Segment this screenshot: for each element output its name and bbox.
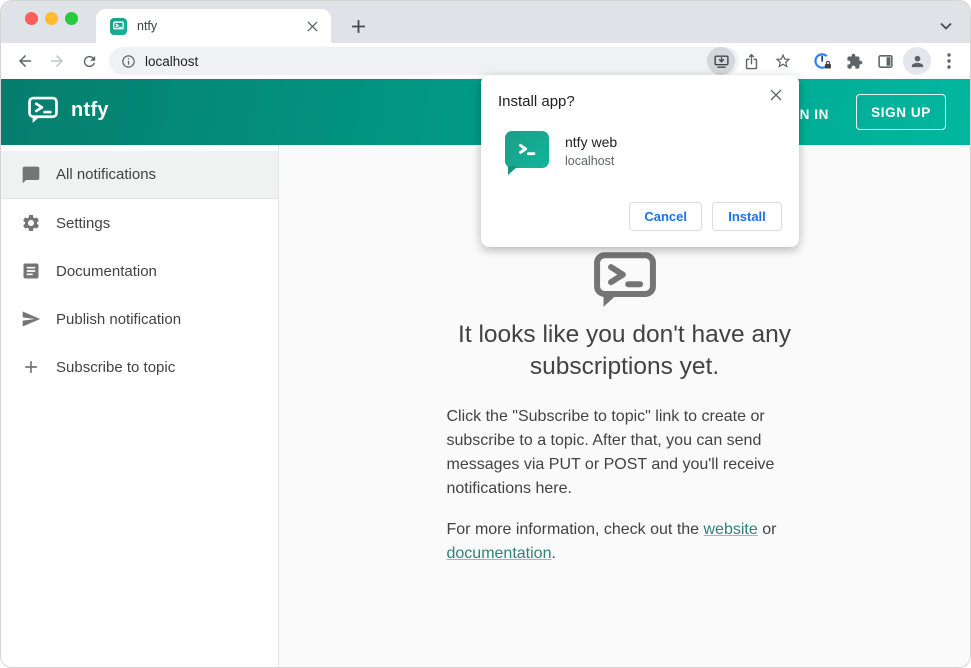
article-icon (21, 261, 41, 281)
send-icon (21, 309, 41, 329)
sidebar-item-label: Documentation (56, 262, 157, 280)
sidebar-item-label: All notifications (56, 166, 157, 183)
tab-title: ntfy (137, 19, 158, 33)
site-info-icon[interactable] (121, 54, 136, 69)
extensions-puzzle-icon[interactable] (840, 47, 868, 75)
plus-icon[interactable] (347, 15, 369, 37)
browser-tab[interactable]: ntfy (96, 9, 331, 43)
ntfy-app-icon (505, 131, 549, 175)
documentation-link[interactable]: documentation (447, 545, 552, 562)
onepassword-icon[interactable] (809, 47, 837, 75)
tab-strip: ntfy (1, 1, 970, 43)
profile-avatar[interactable] (903, 47, 931, 75)
url-bar[interactable]: localhost (109, 47, 739, 75)
browser-toolbar: localhost (1, 43, 970, 79)
install-app-icon[interactable] (707, 47, 735, 75)
browser-window: ntfy localhost ntfy SIGN IN SIGN UP All … (0, 0, 971, 668)
sidebar-item-all-notifications[interactable]: All notifications (1, 151, 278, 199)
sidebar-item-label: Publish notification (56, 310, 182, 328)
cancel-button[interactable]: Cancel (629, 202, 702, 231)
sidebar-item-documentation[interactable]: Documentation (1, 247, 278, 295)
window-minimize-button[interactable] (45, 12, 58, 25)
install-app-dialog: Install app? ntfy web localhost Cancel I… (481, 75, 799, 247)
gear-icon (21, 213, 41, 233)
sidebar-item-publish-notification[interactable]: Publish notification (1, 295, 278, 343)
sidebar-item-settings[interactable]: Settings (1, 199, 278, 247)
sidebar: All notifications Settings Documentation… (1, 145, 279, 667)
plus-icon (21, 357, 41, 377)
sidebar-item-subscribe-to-topic[interactable]: Subscribe to topic (1, 343, 278, 391)
side-panel-icon[interactable] (871, 47, 899, 75)
website-link[interactable]: website (704, 521, 758, 538)
dialog-app-name: ntfy web (565, 134, 618, 150)
empty-state-heading: It looks like you don't have any subscri… (458, 321, 791, 380)
close-icon[interactable] (765, 84, 787, 106)
forward-icon[interactable] (43, 47, 71, 75)
dialog-app-origin: localhost (565, 154, 615, 168)
sidebar-item-label: Subscribe to topic (56, 358, 176, 376)
window-close-button[interactable] (25, 12, 38, 25)
refresh-icon[interactable] (75, 47, 103, 75)
dialog-title: Install app? (498, 93, 575, 110)
ntfy-logo-icon (27, 96, 59, 124)
close-icon[interactable] (304, 18, 321, 35)
chevron-down-icon[interactable] (940, 17, 952, 35)
chat-icon (21, 165, 41, 185)
ntfy-bubble-icon (425, 251, 825, 309)
empty-state-more-info: For more information, check out the webs… (446, 521, 777, 562)
bookmark-star-icon[interactable] (769, 47, 797, 75)
share-icon[interactable] (737, 47, 765, 75)
sidebar-item-label: Settings (56, 214, 111, 232)
ntfy-favicon (110, 17, 127, 35)
url-text: localhost (145, 53, 199, 69)
window-zoom-button[interactable] (65, 12, 78, 25)
install-button[interactable]: Install (712, 202, 782, 231)
back-icon[interactable] (11, 47, 39, 75)
sign-up-button[interactable]: SIGN UP (856, 94, 946, 130)
empty-state-paragraph: Click the "Subscribe to topic" link to c… (446, 408, 775, 497)
menu-dots-icon[interactable] (935, 47, 963, 75)
brand-name: ntfy (71, 98, 109, 121)
